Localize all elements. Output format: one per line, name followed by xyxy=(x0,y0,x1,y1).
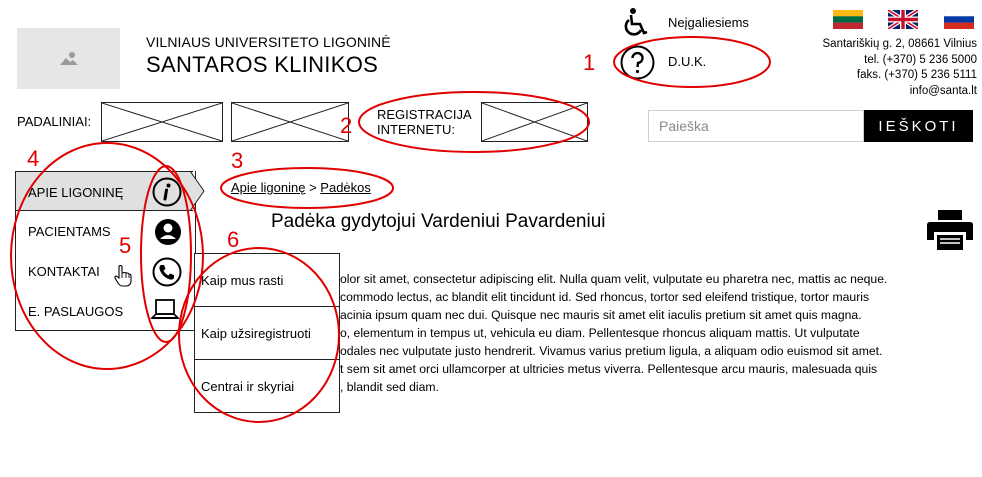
logo-placeholder xyxy=(17,28,120,89)
image-icon xyxy=(59,51,78,65)
info-icon xyxy=(152,177,182,207)
submenu-item-kaip-mus-rasti[interactable]: Kaip mus rasti xyxy=(195,254,339,307)
nav-item-apie-ligonine[interactable]: APIE LIGONINĘ xyxy=(28,185,123,200)
search-input[interactable] xyxy=(648,110,864,142)
article-line: o, elementum in tempus ut, vehicula eu d… xyxy=(340,326,860,340)
english-flag-icon[interactable] xyxy=(888,10,918,29)
institution-subtitle: VILNIAUS UNIVERSITETO LIGONINĖ xyxy=(146,34,391,50)
phone-icon xyxy=(152,257,182,287)
page-title: Padėka gydytojui Vardeniui Pavardeniui xyxy=(271,211,606,232)
nav-item-kontaktai[interactable]: KONTAKTAI xyxy=(28,264,100,279)
submenu-dropdown: Kaip mus rasti Kaip užsiregistruoti Cent… xyxy=(194,253,340,413)
article-line: commodo lectus, ac blandit elit tincidun… xyxy=(340,290,870,304)
department-placeholder-2[interactable] xyxy=(231,102,349,142)
russian-flag-icon[interactable] xyxy=(944,10,974,29)
user-icon xyxy=(155,219,181,245)
nav-active-arrow xyxy=(190,171,205,211)
address-line: Santariškių g. 2, 08661 Vilnius xyxy=(822,38,978,50)
departments-label: PADALINIAI: xyxy=(17,114,92,129)
breadcrumb: Apie ligoninę > Padėkos xyxy=(231,180,371,195)
article-text: olor sit amet, consectetur adipiscing el… xyxy=(340,270,970,396)
breadcrumb-link-padekos[interactable]: Padėkos xyxy=(320,180,371,195)
faq-link[interactable]: D.U.K. xyxy=(668,54,706,69)
phone-line: tel. (+370) 5 236 5000 xyxy=(864,53,977,66)
nav-item-e-paslaugos[interactable]: E. PASLAUGOS xyxy=(28,304,123,319)
breadcrumb-link-apie-ligonine[interactable]: Apie ligoninę xyxy=(231,180,305,195)
submenu-item-kaip-uzsiregistruoti[interactable]: Kaip užsiregistruoti xyxy=(195,307,339,360)
wheelchair-icon[interactable] xyxy=(624,8,650,36)
article-line: odales nec vulputate justo hendrerit. Vi… xyxy=(340,344,883,358)
article-line: olor sit amet, consectetur adipiscing el… xyxy=(340,272,888,286)
fax-line: faks. (+370) 5 236 5111 xyxy=(856,69,977,81)
nav-item-pacientams[interactable]: PACIENTAMS xyxy=(28,224,111,239)
article-line: acinia ipsum quam nec dui. Quisque nec m… xyxy=(340,308,862,322)
article-line: , blandit sed diam. xyxy=(340,380,439,394)
laptop-icon xyxy=(150,299,180,319)
breadcrumb-separator: > xyxy=(309,180,317,195)
annotation-label-6: 6 xyxy=(227,227,240,252)
department-placeholder-1[interactable] xyxy=(101,102,223,142)
annotation-label-4: 4 xyxy=(27,146,40,171)
annotation-label-3: 3 xyxy=(231,148,244,173)
email-link[interactable]: info@santa.lt xyxy=(823,84,977,100)
registration-placeholder[interactable] xyxy=(481,102,588,142)
lithuanian-flag-icon[interactable] xyxy=(833,10,863,29)
annotation-label-2: 2 xyxy=(340,113,353,138)
registration-label: REGISTRACIJA INTERNETU: xyxy=(377,107,472,137)
hand-cursor-icon xyxy=(114,265,132,287)
printer-icon[interactable] xyxy=(926,210,974,250)
registration-label-line1: REGISTRACIJA xyxy=(377,107,472,122)
accessibility-link[interactable]: Neįgaliesiems xyxy=(668,15,749,30)
article-line: t sem sit amet orci ullamcorper at ultri… xyxy=(340,362,878,376)
contact-address: Santariškių g. 2, 08661 Vilnius tel. (+3… xyxy=(823,37,978,99)
institution-title: SANTAROS KLINIKOS xyxy=(146,52,379,77)
question-icon[interactable] xyxy=(620,45,655,80)
annotation-label-5: 5 xyxy=(119,233,132,258)
annotation-label-1: 1 xyxy=(583,50,596,75)
registration-label-line2: INTERNETU: xyxy=(377,122,455,137)
submenu-item-centrai-ir-skyriai[interactable]: Centrai ir skyriai xyxy=(195,360,339,413)
search-button[interactable]: IEŠKOTI xyxy=(864,110,973,142)
